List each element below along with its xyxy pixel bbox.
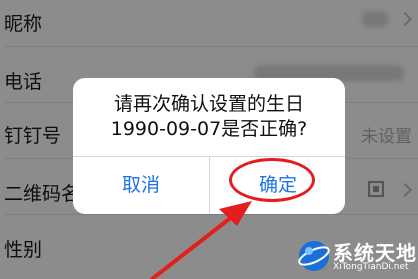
watermark-logo-icon [298, 241, 330, 271]
watermark-subtitle: XiTongTianDi.net [333, 262, 409, 272]
watermark: 系统天地 XiTongTianDi.net [297, 233, 418, 279]
annotation-arrow-shaft [150, 214, 235, 279]
